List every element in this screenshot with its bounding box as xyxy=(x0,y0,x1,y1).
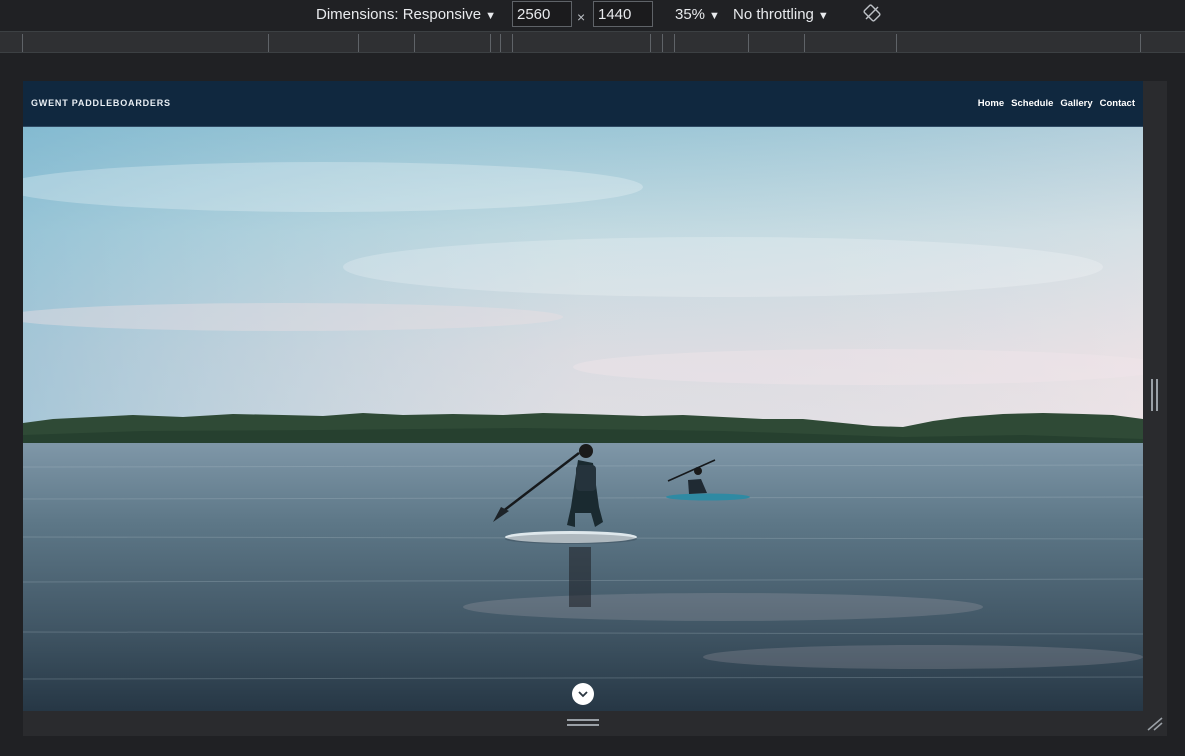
chevron-down-icon xyxy=(578,691,588,698)
throttling-dropdown[interactable]: No throttling ▼ xyxy=(733,5,829,25)
height-input[interactable] xyxy=(593,1,653,27)
device-toolbar: Dimensions: Responsive▼ × 35%▼ No thrott… xyxy=(0,0,1185,30)
zoom-caret-icon: ▼ xyxy=(709,10,720,22)
media-query-bar[interactable] xyxy=(0,31,1185,53)
bottom-resize-handle[interactable] xyxy=(567,719,599,729)
nav-contact[interactable]: Contact xyxy=(1100,98,1135,109)
right-resize-handle[interactable] xyxy=(1151,379,1161,413)
throttling-label: No throttling xyxy=(733,6,814,23)
zoom-dropdown[interactable]: 35% ▼ xyxy=(675,5,720,25)
zoom-label: 35% xyxy=(675,6,706,23)
hero-image xyxy=(23,127,1143,711)
dimensions-caret-icon: ▼ xyxy=(485,10,496,22)
nav-gallery[interactable]: Gallery xyxy=(1060,98,1092,109)
times-icon: × xyxy=(577,9,586,25)
site-nav: Home Schedule Gallery Contact xyxy=(978,98,1135,109)
rotate-icon[interactable] xyxy=(862,3,882,23)
nav-home[interactable]: Home xyxy=(978,98,1004,109)
site-brand[interactable]: GWENT PADDLEBOARDERS xyxy=(31,98,171,108)
site-header: GWENT PADDLEBOARDERS Home Schedule Galle… xyxy=(23,81,1143,127)
dimensions-label: Dimensions: Responsive xyxy=(316,6,482,23)
width-input[interactable] xyxy=(512,1,572,27)
nav-schedule[interactable]: Schedule xyxy=(1011,98,1053,109)
throttling-caret-icon: ▼ xyxy=(817,10,829,22)
page-viewport: GWENT PADDLEBOARDERS Home Schedule Galle… xyxy=(23,81,1143,711)
dimensions-dropdown[interactable]: Dimensions: Responsive ▼ xyxy=(316,5,496,25)
corner-resize-icon[interactable] xyxy=(1146,716,1164,732)
scroll-down-button[interactable] xyxy=(572,683,594,705)
